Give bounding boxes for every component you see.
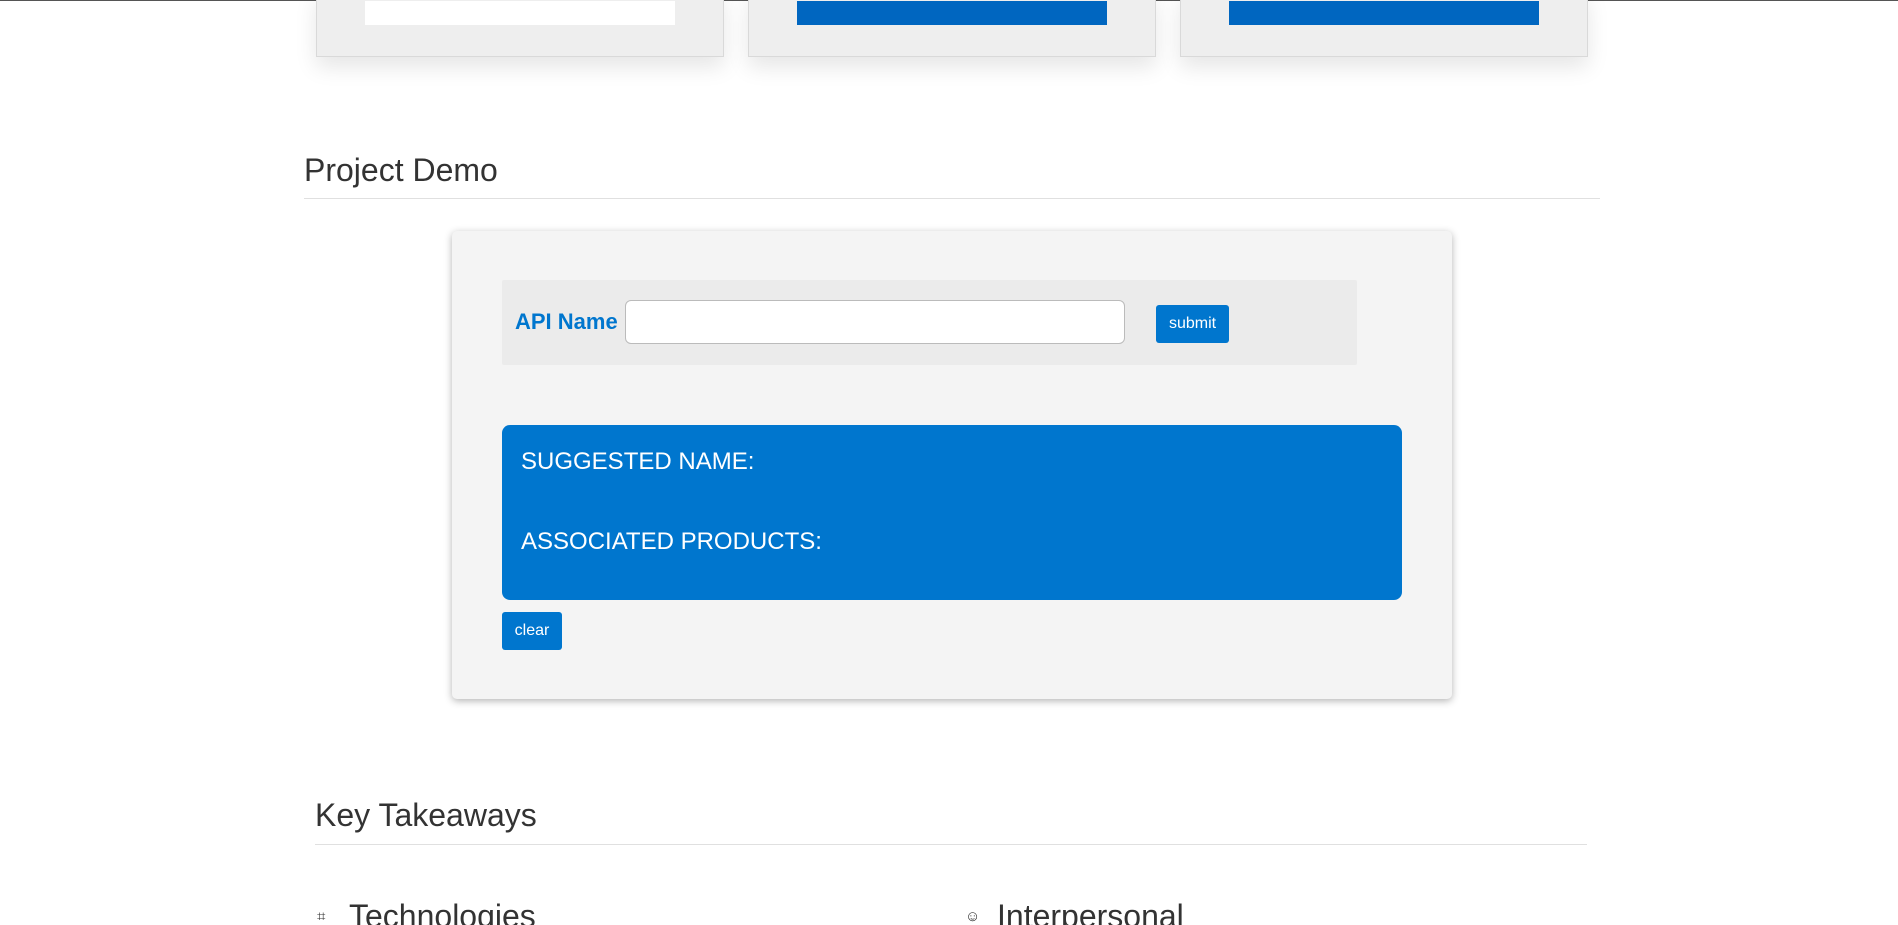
key-takeaways-heading: Key Takeaways xyxy=(315,797,537,833)
api-name-label: API Name xyxy=(515,309,618,334)
api-name-form: API Name submit xyxy=(502,280,1357,365)
project-card-1 xyxy=(316,0,724,57)
api-name-input[interactable] xyxy=(625,300,1125,344)
suggested-name-label: SUGGESTED NAME: xyxy=(521,448,755,475)
associated-products-label: ASSOCIATED PRODUCTS: xyxy=(521,528,822,555)
section-divider xyxy=(315,844,1587,845)
clear-button[interactable]: clear xyxy=(502,612,562,650)
result-panel: SUGGESTED NAME: ASSOCIATED PRODUCTS: xyxy=(502,425,1402,600)
submit-button[interactable]: submit xyxy=(1156,305,1229,343)
takeaway-technologies: ⌗ Technologies xyxy=(317,898,536,925)
page: Project Demo API Name submit SUGGESTED N… xyxy=(0,0,1898,925)
chip-icon: ⌗ xyxy=(317,907,326,925)
project-demo-heading: Project Demo xyxy=(304,152,498,188)
project-card-2 xyxy=(748,0,1156,57)
takeaway-interpersonal: ☺ Interpersonal xyxy=(965,898,1184,925)
card-image-placeholder xyxy=(365,1,675,25)
demo-panel: API Name submit SUGGESTED NAME: ASSOCIAT… xyxy=(452,231,1452,699)
card-action-button[interactable] xyxy=(1229,1,1539,25)
takeaway-title: Technologies xyxy=(349,898,536,925)
section-divider xyxy=(304,198,1600,199)
card-action-button[interactable] xyxy=(797,1,1107,25)
project-card-3 xyxy=(1180,0,1588,57)
takeaway-title: Interpersonal xyxy=(997,898,1184,925)
sunglasses-face-icon: ☺ xyxy=(965,907,981,925)
